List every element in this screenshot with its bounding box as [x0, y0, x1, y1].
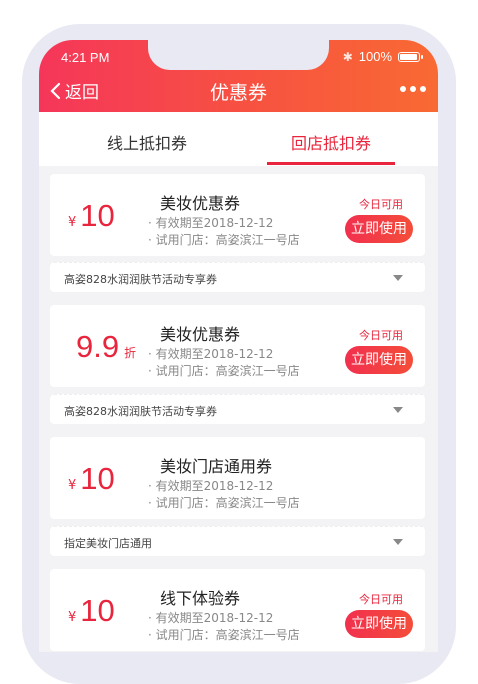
coupon-expiry: · 有效期至2018-12-12 [148, 611, 274, 625]
tab-online-coupons[interactable]: 线上抵扣券 [107, 130, 187, 154]
coupon-card: ¥ 10 美妆优惠券 · 有效期至2018-12-12 · 试用门店：高姿滨江一… [50, 174, 425, 256]
coupon-name: 线下体验券 [160, 589, 241, 608]
coupon-footer-text: 高姿828水润润肤节活动专享券 [64, 273, 217, 286]
header-bar: 4:21 PM ✱ 100% 返回 优惠券 [39, 40, 438, 112]
coupon-unit: 折 [124, 346, 137, 360]
phone-notch [148, 40, 329, 70]
coupon-store: · 试用门店：高姿滨江一号店 [148, 628, 300, 642]
status-time: 4:21 PM [61, 50, 110, 65]
coupon-footer-text: 高姿828水润润肤节活动专享券 [64, 405, 217, 418]
active-tab-indicator [267, 162, 395, 165]
coupon-value: 10 [80, 461, 115, 496]
coupon-store: · 试用门店：高姿滨江一号店 [148, 233, 300, 247]
coupon-expiry: · 有效期至2018-12-12 [148, 216, 274, 230]
coupon-footer[interactable]: 指定美妆门店通用 [50, 526, 425, 556]
available-today-badge: 今日可用 [359, 198, 403, 211]
caret-down-icon[interactable] [393, 539, 403, 545]
coupon-store: · 试用门店：高姿滨江一号店 [148, 496, 300, 510]
coupon-name: 美妆门店通用券 [160, 457, 273, 476]
page-title: 优惠券 [209, 82, 267, 104]
coupon-card: ¥ 10 美妆门店通用券 · 有效期至2018-12-12 · 试用门店：高姿滨… [50, 437, 425, 519]
coupon-name: 美妆优惠券 [160, 325, 241, 344]
caret-down-icon[interactable] [393, 407, 403, 413]
coupon-name: 美妆优惠券 [160, 194, 241, 213]
battery-percent: 100% [358, 49, 392, 64]
status-indicators: ✱ 100% [342, 49, 423, 64]
coupon-footer-text: 指定美妆门店通用 [64, 537, 152, 550]
coupon-amount: 9.9 折 [72, 329, 136, 365]
coupon-amount: ¥ 10 [68, 198, 120, 234]
coupon-footer[interactable]: 高姿828水润润肤节活动专享券 [50, 394, 425, 424]
available-today-badge: 今日可用 [359, 593, 403, 606]
more-options-icon[interactable] [400, 86, 426, 92]
available-today-badge: 今日可用 [359, 329, 403, 342]
coupon-store: · 试用门店：高姿滨江一号店 [148, 364, 300, 378]
currency-symbol: ¥ [68, 478, 77, 493]
coupon-expiry: · 有效期至2018-12-12 [148, 479, 274, 493]
battery-icon [398, 51, 423, 62]
caret-down-icon[interactable] [393, 275, 403, 281]
app-screen: 4:21 PM ✱ 100% 返回 优惠券 线上抵扣券 回店抵扣券 ¥ 10 美… [39, 40, 438, 652]
coupon-amount: ¥ 10 [68, 461, 120, 497]
use-now-button[interactable]: 立即使用 [345, 346, 413, 374]
coupon-value: 10 [80, 593, 115, 628]
tab-bar: 线上抵扣券 回店抵扣券 [39, 112, 438, 166]
use-now-button[interactable]: 立即使用 [345, 610, 413, 638]
bluetooth-icon: ✱ [342, 49, 353, 64]
coupon-value: 10 [80, 198, 115, 233]
coupon-expiry: · 有效期至2018-12-12 [148, 347, 274, 361]
coupon-card: 9.9 折 美妆优惠券 · 有效期至2018-12-12 · 试用门店：高姿滨江… [50, 305, 425, 387]
use-now-button[interactable]: 立即使用 [345, 215, 413, 243]
currency-symbol: ¥ [68, 215, 77, 230]
battery-level [400, 53, 417, 60]
coupon-footer[interactable]: 高姿828水润润肤节活动专享券 [50, 262, 425, 292]
coupon-value: 9.9 [76, 329, 120, 364]
coupon-card: ¥ 10 线下体验券 · 有效期至2018-12-12 · 试用门店：高姿滨江一… [50, 569, 425, 651]
coupon-amount: ¥ 10 [68, 593, 120, 629]
currency-symbol: ¥ [68, 610, 77, 625]
tab-in-store-coupons[interactable]: 回店抵扣券 [291, 130, 371, 154]
